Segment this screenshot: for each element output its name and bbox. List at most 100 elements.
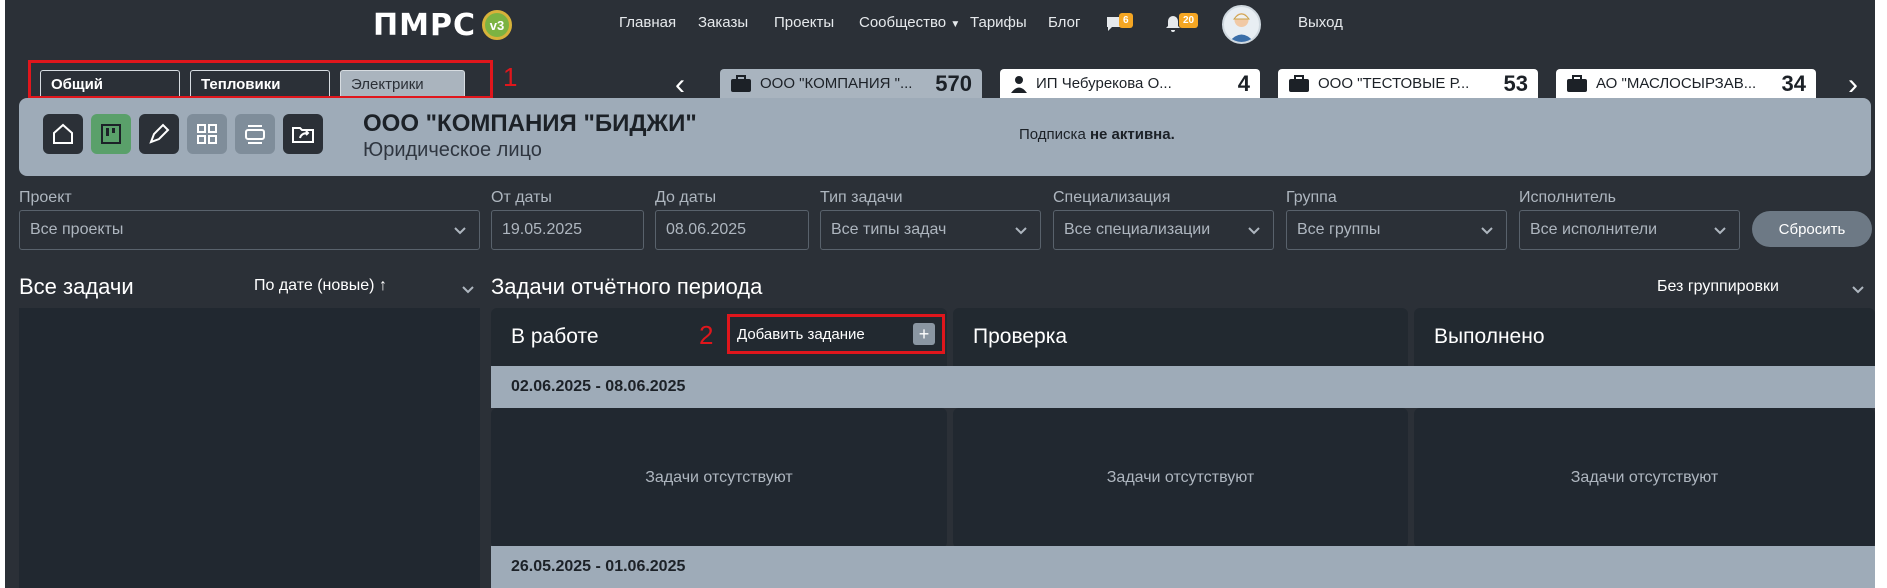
- home-button[interactable]: [43, 114, 83, 154]
- board-icon: [101, 124, 121, 144]
- company-tab-count: 570: [935, 70, 972, 96]
- share-folder-button[interactable]: [283, 114, 323, 154]
- filter-project-label: Проект: [19, 189, 72, 206]
- grid-icon: [197, 124, 217, 144]
- folder-share-icon: [292, 127, 314, 143]
- all-tasks-sort-value: По дате (новые) ↑: [254, 277, 387, 294]
- filter-task-type-select[interactable]: Все типы задач: [820, 210, 1041, 250]
- period-tasks-title: Задачи отчётного периода: [491, 274, 763, 299]
- annotation-number-1: 1: [503, 62, 518, 92]
- all-tasks-list: [19, 308, 480, 588]
- all-tasks-title: Все задачи: [19, 274, 134, 299]
- week-range-band: 26.05.2025 - 01.06.2025: [491, 546, 1875, 588]
- board-button[interactable]: [91, 114, 131, 154]
- column-title: В работе: [511, 325, 599, 348]
- filter-date-to-label: До даты: [655, 189, 717, 206]
- notifications-count-badge: 20: [1179, 13, 1199, 28]
- messages-button[interactable]: 6: [1105, 13, 1141, 35]
- add-task-label: Добавить задание: [737, 325, 865, 343]
- filter-specialization-select[interactable]: Все специализации: [1053, 210, 1274, 250]
- logout-link[interactable]: Выход: [1298, 14, 1343, 31]
- all-tasks-sort-select[interactable]: По дате (новые) ↑: [254, 277, 387, 295]
- company-tab-name: ИП Чебурекова О...: [1036, 75, 1172, 92]
- company-tab-1[interactable]: ООО "КОМПАНИЯ "... 570: [720, 69, 982, 98]
- filter-executor-select[interactable]: Все исполнители: [1519, 210, 1740, 250]
- filter-group-select[interactable]: Все группы: [1286, 210, 1507, 250]
- filter-date-from-input[interactable]: 19.05.2025: [491, 210, 644, 250]
- filter-executor-value: Все исполнители: [1530, 221, 1658, 238]
- logo-text: ПМРС: [373, 7, 476, 43]
- app-window: ПМРС v3 Главная Заказы Проекты Сообществ…: [5, 0, 1875, 588]
- chevron-down-icon: [454, 227, 466, 235]
- company-tab-count: 34: [1781, 70, 1806, 96]
- list-view-button[interactable]: [235, 114, 275, 154]
- column-title: Выполнено: [1434, 325, 1545, 348]
- company-header: ООО "КОМПАНИЯ "БИДЖИ" Юридическое лицо П…: [19, 98, 1871, 176]
- tabs-prev-arrow[interactable]: ‹: [675, 68, 685, 102]
- grid-view-button[interactable]: [187, 114, 227, 154]
- filter-specialization-value: Все специализации: [1064, 221, 1211, 238]
- subscription-value: не активна.: [1089, 126, 1175, 143]
- chevron-down-icon: [1481, 227, 1493, 235]
- edit-button[interactable]: [139, 114, 179, 154]
- user-avatar-icon: [1229, 13, 1254, 42]
- grouping-select[interactable]: Без группировки: [1657, 278, 1779, 296]
- home-icon: [53, 123, 73, 144]
- filter-project-value: Все проекты: [30, 221, 124, 238]
- messages-count-badge: 6: [1119, 13, 1133, 28]
- avatar[interactable]: [1222, 5, 1261, 44]
- empty-tasks-card: Задачи отсутствуют: [1414, 408, 1875, 548]
- filter-date-to-input[interactable]: 08.06.2025: [655, 210, 809, 250]
- briefcase-icon: [730, 74, 752, 93]
- week-range-label: 26.05.2025 - 01.06.2025: [511, 558, 686, 575]
- company-tab-count: 4: [1237, 70, 1250, 96]
- add-task-button[interactable]: Добавить задание +: [737, 322, 935, 346]
- tabs-next-arrow[interactable]: ›: [1848, 68, 1858, 102]
- company-name: ООО "КОМПАНИЯ "БИДЖИ": [363, 110, 697, 137]
- chevron-down-icon: [1015, 227, 1027, 235]
- nav-blog[interactable]: Блог: [1048, 14, 1080, 31]
- logo[interactable]: ПМРС v3: [373, 7, 512, 43]
- filter-group-value: Все группы: [1297, 221, 1381, 238]
- person-icon: [1010, 75, 1028, 93]
- list-icon: [245, 125, 265, 144]
- chevron-down-icon: [1714, 227, 1726, 235]
- subscription-status: Подписка не активна.: [1019, 126, 1175, 143]
- nav-home[interactable]: Главная: [619, 14, 676, 31]
- plus-icon: +: [913, 323, 935, 345]
- week-range-label: 02.06.2025 - 08.06.2025: [511, 378, 686, 395]
- week-range-band: 02.06.2025 - 08.06.2025: [491, 366, 1875, 408]
- nav-community-label: Сообщество: [859, 14, 947, 31]
- notifications-button[interactable]: 20: [1165, 13, 1205, 35]
- column-done-header: Выполнено: [1414, 308, 1875, 366]
- company-tab-2[interactable]: ИП Чебурекова О... 4: [1000, 69, 1260, 98]
- chevron-down-icon: ▼: [950, 19, 961, 30]
- filter-project-select[interactable]: Все проекты: [19, 210, 480, 250]
- filter-group-label: Группа: [1286, 189, 1337, 206]
- company-tab-4[interactable]: АО "МАСЛОСЫРЗАВ... 34: [1556, 69, 1816, 98]
- company-type: Юридическое лицо: [363, 139, 542, 161]
- nav-community[interactable]: Сообщество ▼: [859, 14, 960, 31]
- column-review-header: Проверка: [953, 308, 1408, 366]
- chevron-down-icon[interactable]: [461, 282, 475, 296]
- logo-version-badge: v3: [481, 10, 512, 40]
- annotation-box-1: [28, 60, 493, 99]
- company-tab-name: ООО "КОМПАНИЯ "...: [760, 75, 913, 92]
- filter-specialization-label: Специализация: [1053, 189, 1171, 206]
- column-title: Проверка: [973, 325, 1068, 348]
- chevron-down-icon[interactable]: [1851, 282, 1865, 296]
- empty-tasks-card: Задачи отсутствуют: [953, 408, 1408, 548]
- pen-icon: [149, 123, 170, 144]
- nav-tariffs[interactable]: Тарифы: [970, 14, 1027, 31]
- company-tab-name: ООО "ТЕСТОВЫЕ Р...: [1318, 75, 1470, 92]
- reset-filters-button[interactable]: Сбросить: [1752, 211, 1872, 247]
- briefcase-icon: [1566, 74, 1588, 93]
- empty-tasks-card: Задачи отсутствуют: [491, 408, 947, 548]
- company-tab-3[interactable]: ООО "ТЕСТОВЫЕ Р... 53: [1278, 69, 1538, 98]
- nav-orders[interactable]: Заказы: [698, 14, 748, 31]
- annotation-number-2: 2: [699, 320, 714, 350]
- briefcase-icon: [1288, 74, 1310, 93]
- filter-task-type-value: Все типы задач: [831, 221, 947, 238]
- nav-projects[interactable]: Проекты: [774, 14, 834, 31]
- subscription-prefix: Подписка: [1019, 126, 1090, 143]
